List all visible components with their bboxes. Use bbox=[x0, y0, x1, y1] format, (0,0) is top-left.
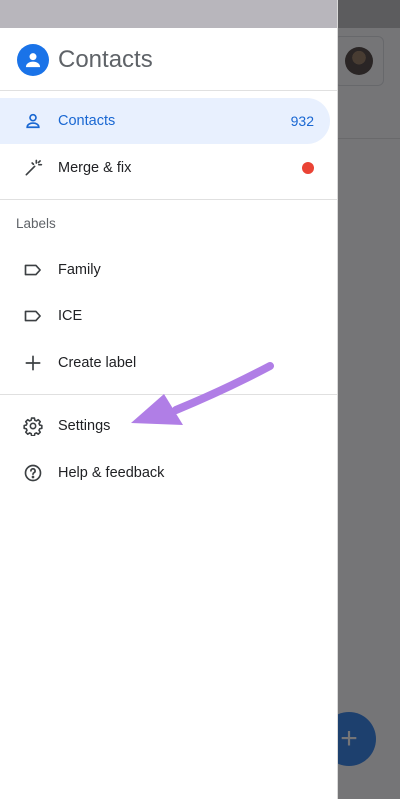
contacts-logo-icon bbox=[17, 44, 49, 76]
notification-dot bbox=[302, 162, 314, 174]
magic-wand-icon bbox=[22, 157, 44, 179]
label-item-family[interactable]: Family bbox=[0, 247, 330, 293]
settings-label: Settings bbox=[58, 418, 111, 434]
label-name: Family bbox=[58, 262, 101, 278]
contacts-count: 932 bbox=[290, 113, 314, 129]
label-item-ice[interactable]: ICE bbox=[0, 293, 330, 339]
drawer-status-bar bbox=[0, 0, 337, 28]
help-icon bbox=[22, 462, 44, 484]
gear-icon bbox=[22, 415, 44, 437]
nav-item-label: Contacts bbox=[58, 113, 116, 129]
nav-item-settings[interactable]: Settings bbox=[0, 403, 330, 449]
create-label-button[interactable]: Create label bbox=[0, 340, 330, 386]
nav-item-contacts[interactable]: Contacts 932 bbox=[0, 98, 330, 144]
navigation-drawer: Contacts Contacts 932 Merge & fix Labels… bbox=[0, 0, 338, 799]
divider bbox=[0, 199, 337, 200]
app-title: Contacts bbox=[58, 46, 153, 73]
drawer-header: Contacts bbox=[0, 28, 337, 90]
label-icon bbox=[22, 305, 44, 327]
label-icon bbox=[22, 259, 44, 281]
nav-item-help-feedback[interactable]: Help & feedback bbox=[0, 450, 330, 496]
label-name: ICE bbox=[58, 308, 83, 324]
divider bbox=[0, 90, 337, 91]
labels-heading: Labels bbox=[16, 216, 56, 231]
person-icon bbox=[22, 110, 44, 132]
plus-icon bbox=[22, 352, 44, 374]
nav-item-label: Merge & fix bbox=[58, 160, 132, 176]
divider bbox=[0, 394, 337, 395]
nav-item-merge-fix[interactable]: Merge & fix bbox=[0, 145, 330, 191]
help-feedback-label: Help & feedback bbox=[58, 465, 165, 481]
create-label-text: Create label bbox=[58, 355, 137, 371]
